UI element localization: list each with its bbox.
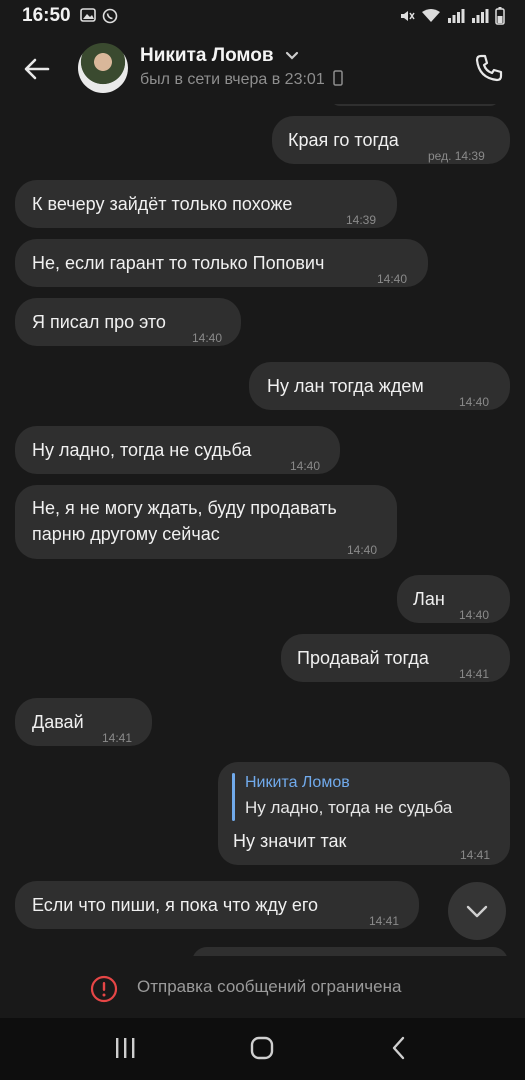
battery-icon (495, 7, 505, 25)
message-bubble-incoming[interactable]: Не, я не могу ждать, буду продавать парн… (15, 485, 397, 559)
message-bubble-incoming[interactable]: Ну ладно, тогда не судьба 14:40 (15, 426, 340, 474)
messaging-restricted-bar: Отправка сообщений ограничена (0, 956, 525, 1018)
recents-icon (116, 1038, 135, 1058)
message-time: 14:40 (459, 608, 490, 622)
message-bubble-outgoing[interactable]: Лан 14:40 (397, 575, 510, 623)
message-text: Ну ладно, тогда не судьба (32, 440, 252, 460)
message-bubble-incoming[interactable]: Если что пиши, я пока что жду его 14:41 (15, 881, 419, 929)
message-text: Давай (32, 712, 84, 732)
message-bubble-incoming[interactable]: Я писал про это 14:40 (15, 298, 241, 346)
signal-icon (448, 9, 465, 23)
message-time: ред. 14:39 (428, 149, 485, 163)
message-time: 14:39 (346, 213, 377, 227)
message-time: 14:41 (102, 731, 133, 745)
reply-author: Никита Ломов (245, 774, 350, 791)
wifi-icon (422, 9, 440, 22)
message-text: К вечеру зайдёт только похоже (32, 194, 293, 214)
home-button[interactable] (250, 1036, 274, 1065)
message-time: 14:40 (192, 331, 223, 345)
message-bubble-outgoing[interactable]: Края го тогда ред. 14:39 (272, 116, 510, 164)
home-icon (250, 1036, 274, 1060)
last-seen-text: был в сети вчера в 23:01 (140, 71, 325, 88)
message-text: Ну значит так (233, 831, 347, 851)
message-bubble-outgoing-reply[interactable]: Никита Ломов Ну ладно, тогда не судьба Н… (218, 762, 510, 865)
message-text-line: парню другому сейчас (32, 524, 220, 544)
contact-name[interactable]: Никита Ломов (140, 45, 299, 67)
back-nav-button[interactable] (389, 1036, 409, 1065)
message-text: Я писал про это (32, 312, 166, 332)
message-text: Края го тогда (288, 130, 399, 150)
mute-icon (401, 11, 415, 21)
restriction-text: Отправка сообщений ограничена (137, 977, 402, 996)
message-time: 14:41 (369, 914, 400, 928)
message-bubble-partial (330, 104, 500, 106)
scroll-to-bottom-button[interactable] (448, 882, 506, 940)
gallery-notification-icon (80, 8, 96, 22)
chevron-left-icon (392, 1036, 405, 1060)
message-text: Лан (413, 589, 445, 609)
reply-quoted-text: Ну ладно, тогда не судьба (245, 798, 453, 817)
back-button[interactable] (22, 54, 52, 84)
message-time: 14:40 (347, 543, 378, 557)
recent-apps-button[interactable] (114, 1036, 136, 1065)
avatar[interactable] (78, 43, 128, 93)
whatsapp-notification-icon (102, 8, 118, 24)
message-text: Если что пиши, я пока что жду его (32, 895, 319, 915)
message-bubble-incoming[interactable]: К вечеру зайдёт только похоже 14:39 (15, 180, 397, 228)
message-time: 14:40 (377, 272, 408, 286)
message-bubble-incoming[interactable]: Давай 14:41 (15, 698, 152, 746)
message-bubble-outgoing[interactable]: Ну лан тогда ждем 14:40 (249, 362, 510, 410)
call-button[interactable] (473, 52, 505, 84)
status-bar: 16:50 (0, 0, 525, 32)
status-time: 16:50 (22, 5, 71, 26)
message-text-line: Не, я не могу ждать, буду продавать (32, 498, 337, 518)
chevron-down-icon (466, 905, 488, 918)
message-list[interactable]: Края го тогда ред. 14:39 К вечеру зайдёт… (0, 104, 525, 956)
chevron-down-icon (285, 51, 298, 60)
system-navigation-bar (0, 1018, 525, 1080)
reply-quote-bar (232, 773, 235, 821)
message-bubble-partial (192, 947, 508, 956)
message-text: Ну лан тогда ждем (267, 376, 424, 396)
message-text: Продавай тогда (297, 648, 429, 668)
message-time: 14:40 (290, 459, 321, 473)
message-bubble-outgoing[interactable]: Продавай тогда 14:41 (281, 634, 510, 682)
contact-name-text: Никита Ломов (140, 45, 274, 66)
phone-icon (475, 54, 503, 82)
message-bubble-incoming[interactable]: Не, если гарант то только Попович 14:40 (15, 239, 428, 287)
chat-header: Никита Ломов был в сети вчера в 23:01 (0, 32, 525, 104)
signal-2-icon (472, 9, 489, 23)
mobile-device-icon (333, 70, 343, 86)
warning-circle-icon (90, 975, 118, 1003)
message-text: Не, если гарант то только Попович (32, 253, 325, 273)
arrow-left-icon (24, 58, 50, 80)
message-time: 14:41 (460, 848, 491, 862)
message-time: 14:41 (459, 667, 490, 681)
last-seen-status: был в сети вчера в 23:01 (140, 70, 343, 89)
message-time: 14:40 (459, 395, 490, 409)
